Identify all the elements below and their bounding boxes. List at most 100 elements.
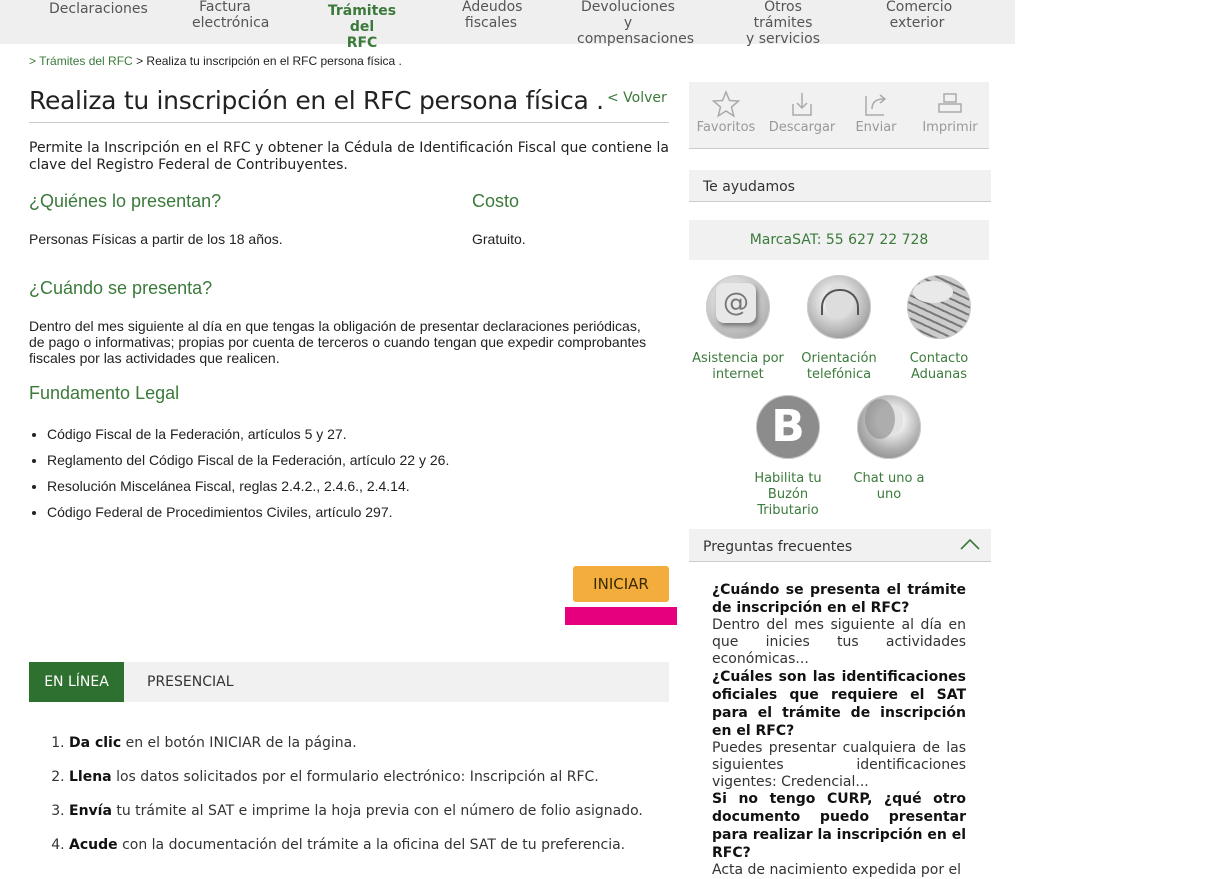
page-title: Realiza tu inscripción en el RFC persona… bbox=[29, 86, 604, 115]
nav-devoluciones[interactable]: Devoluciones y compensaciones bbox=[577, 0, 695, 47]
help-label: Habilita tu bbox=[754, 471, 822, 486]
nav-adeudos-fiscales[interactable]: Adeudos fiscales bbox=[462, 0, 523, 31]
phone-box: MarcaSAT: 55 627 22 728 bbox=[689, 220, 989, 260]
faq-item[interactable]: Si no tengo CURP, ¿qué otro documento pu… bbox=[712, 790, 966, 879]
step-text: con la documentación del trámite a la of… bbox=[117, 837, 626, 853]
tab-en-linea[interactable]: EN LÍNEA bbox=[29, 662, 124, 702]
phone-number[interactable]: MarcaSAT: 55 627 22 728 bbox=[689, 220, 989, 260]
legal-heading: Fundamento Legal bbox=[29, 383, 180, 403]
faq-answer: Acta de nacimiento expedida por el bbox=[712, 862, 962, 878]
nav-label: exterior bbox=[889, 15, 945, 31]
who-text: Personas Físicas a partir de los 18 años… bbox=[29, 231, 283, 247]
step-item: Acude con la documentación del trámite a… bbox=[69, 836, 643, 870]
help-contacto-aduanas[interactable]: Contacto Aduanas bbox=[889, 275, 989, 383]
top-navigation: Declaraciones Factura electrónica Trámit… bbox=[0, 0, 1015, 51]
nav-label: Factura bbox=[199, 0, 251, 15]
download-label: Descargar bbox=[768, 120, 836, 135]
faq-question: ¿Cuáles son las identificaciones oficial… bbox=[712, 669, 966, 739]
intro-text: Permite la Inscripción en el RFC y obten… bbox=[29, 140, 669, 173]
iniciar-button[interactable]: INICIAR bbox=[573, 566, 669, 602]
step-action: Envía bbox=[69, 803, 112, 819]
keyboard-hand-icon bbox=[907, 275, 971, 339]
send-label: Enviar bbox=[855, 120, 897, 135]
faq-heading: Preguntas frecuentes bbox=[703, 539, 853, 555]
nav-label: Devoluciones y bbox=[581, 0, 675, 31]
help-label: telefónica bbox=[806, 367, 872, 382]
at-sign-icon: @ bbox=[706, 275, 770, 339]
send-button[interactable]: Enviar bbox=[839, 90, 913, 135]
nav-declaraciones[interactable]: Declaraciones bbox=[49, 1, 148, 17]
highlight-marker bbox=[565, 607, 677, 625]
help-chat-uno-a-uno[interactable]: Chat uno a uno bbox=[839, 395, 939, 503]
faq-question: ¿Cuándo se presenta el trámite de inscri… bbox=[712, 582, 966, 616]
cost-text: Gratuito. bbox=[472, 231, 526, 247]
step-action: Acude bbox=[69, 837, 118, 853]
who-heading: ¿Quiénes lo presentan? bbox=[29, 191, 222, 211]
back-link[interactable]: < Volver bbox=[607, 90, 667, 106]
print-button[interactable]: Imprimir bbox=[913, 90, 987, 135]
action-toolbar: Favoritos Descargar Enviar Imprimir bbox=[689, 82, 989, 149]
help-label: Aduanas bbox=[910, 367, 968, 382]
step-action: Da clic bbox=[69, 735, 122, 751]
nav-tramites-rfc[interactable]: Trámites del RFC bbox=[320, 3, 404, 51]
step-item: Envía tu trámite al SAT e imprime la hoj… bbox=[69, 802, 643, 836]
buzon-b-icon: B bbox=[756, 395, 820, 459]
faq-answer: Dentro del mes siguiente al día en que i… bbox=[712, 617, 966, 667]
help-label: Asistencia por bbox=[692, 351, 784, 366]
faq-question: Si no tengo CURP, ¿qué otro documento pu… bbox=[712, 791, 966, 861]
cost-heading: Costo bbox=[472, 191, 520, 211]
help-label: internet bbox=[712, 367, 764, 382]
nav-label: Trámites del bbox=[327, 3, 397, 35]
breadcrumb: > Trámites del RFC > Realiza tu inscripc… bbox=[29, 54, 402, 68]
nav-label: fiscales bbox=[464, 15, 518, 31]
nav-label: RFC bbox=[346, 35, 378, 51]
title-divider bbox=[29, 122, 669, 123]
nav-label: Otros trámites bbox=[753, 0, 813, 31]
help-label: uno bbox=[876, 487, 902, 502]
chat-agent-icon bbox=[857, 395, 921, 459]
chevron-up-icon[interactable] bbox=[959, 537, 981, 551]
nav-comercio-exterior[interactable]: Comercio exterior bbox=[886, 0, 953, 31]
help-label: Orientación bbox=[801, 351, 877, 366]
headset-agent-icon bbox=[807, 275, 871, 339]
faq-item[interactable]: ¿Cuáles son las identificaciones oficial… bbox=[712, 668, 966, 791]
step-item: Da clic en el botón INICIAR de la página… bbox=[69, 734, 643, 768]
help-heading: Te ayudamos bbox=[703, 179, 795, 195]
tab-presencial[interactable]: PRESENCIAL bbox=[147, 662, 234, 702]
help-label: Buzón Tributario bbox=[757, 487, 819, 518]
help-buzon-tributario[interactable]: B Habilita tu Buzón Tributario bbox=[738, 395, 838, 519]
breadcrumb-parent-link[interactable]: Trámites del RFC bbox=[39, 54, 133, 68]
step-action: Llena bbox=[69, 769, 112, 785]
legal-item: Código Federal de Procedimientos Civiles… bbox=[47, 503, 449, 529]
nav-label: Declaraciones bbox=[49, 1, 148, 17]
nav-label: electrónica bbox=[192, 15, 270, 31]
nav-label: Comercio bbox=[886, 0, 953, 15]
nav-label: compensaciones bbox=[577, 31, 695, 47]
breadcrumb-current: Realiza tu inscripción en el RFC persona… bbox=[146, 54, 402, 68]
mode-tabs: EN LÍNEA PRESENCIAL bbox=[29, 662, 669, 702]
star-icon bbox=[712, 90, 740, 118]
nav-factura-electronica[interactable]: Factura electrónica bbox=[192, 0, 270, 31]
nav-label: Adeudos bbox=[462, 0, 523, 15]
step-text: en el botón INICIAR de la página. bbox=[121, 735, 357, 751]
legal-item: Reglamento del Código Fiscal de la Feder… bbox=[47, 451, 449, 477]
help-orientacion-telefonica[interactable]: Orientación telefónica bbox=[789, 275, 889, 383]
help-label: Contacto bbox=[909, 351, 969, 366]
help-asistencia-internet[interactable]: @ Asistencia por internet bbox=[688, 275, 788, 383]
help-label: Chat uno a bbox=[853, 471, 925, 486]
when-heading: ¿Cuándo se presenta? bbox=[29, 278, 213, 298]
step-text: tu trámite al SAT e imprime la hoja prev… bbox=[111, 803, 643, 819]
breadcrumb-sep: > bbox=[29, 54, 37, 68]
breadcrumb-sep: > bbox=[136, 54, 144, 68]
step-item: Llena los datos solicitados por el formu… bbox=[69, 768, 643, 802]
nav-otros-tramites[interactable]: Otros trámites y servicios bbox=[736, 0, 830, 47]
when-text: Dentro del mes siguiente al día en que t… bbox=[29, 318, 647, 366]
favorites-button[interactable]: Favoritos bbox=[689, 90, 763, 135]
legal-item: Resolución Miscelánea Fiscal, reglas 2.4… bbox=[47, 477, 449, 503]
faq-header: Preguntas frecuentes bbox=[689, 529, 991, 562]
faq-item[interactable]: ¿Cuándo se presenta el trámite de inscri… bbox=[712, 581, 966, 668]
print-icon bbox=[938, 93, 962, 113]
download-button[interactable]: Descargar bbox=[765, 90, 839, 135]
download-icon bbox=[792, 93, 812, 116]
nav-label: y servicios bbox=[745, 31, 821, 47]
